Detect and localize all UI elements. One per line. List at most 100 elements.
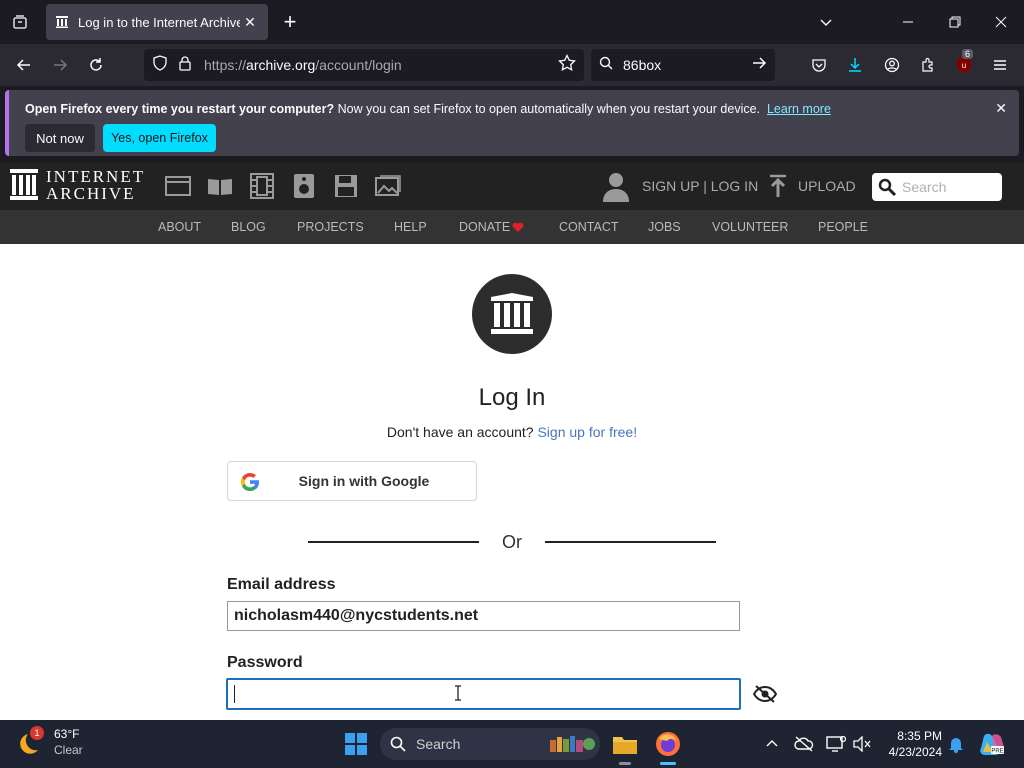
or-separator: Or	[502, 532, 522, 552]
weather-desc: Clear	[54, 743, 83, 757]
google-signin-label: Sign in with Google	[298, 473, 430, 489]
not-now-button[interactable]: Not now	[25, 124, 95, 152]
close-notification-icon[interactable]: ✕	[995, 100, 1007, 117]
bookmark-star-icon[interactable]	[558, 53, 576, 77]
volume-muted-icon[interactable]	[846, 728, 878, 760]
password-field[interactable]	[226, 678, 741, 710]
password-label: Password	[227, 654, 303, 671]
subnav-jobs[interactable]: JOBS	[648, 220, 681, 234]
notification-message: Open Firefox every time you restart your…	[25, 102, 831, 116]
archive-logo-text: INTERNET ARCHIVE	[46, 167, 146, 203]
forward-arrow-icon[interactable]	[46, 51, 74, 79]
open-firefox-button[interactable]: Yes, open Firefox	[103, 124, 216, 152]
archive-building-icon	[10, 169, 38, 200]
signup-link[interactable]: Sign up for free!	[537, 424, 637, 440]
google-g-icon	[240, 472, 260, 497]
user-avatar-icon	[603, 173, 629, 202]
google-signin-button[interactable]: Sign in with Google	[227, 461, 477, 501]
search-icon	[878, 178, 896, 196]
signup-login-link[interactable]: SIGN UP | LOG IN	[602, 170, 758, 202]
extension-badge: 6	[962, 49, 974, 59]
default-browser-notification: Open Firefox every time you restart your…	[5, 90, 1019, 156]
weather-badge: 1	[30, 726, 44, 740]
notification-bell-icon[interactable]	[940, 728, 972, 760]
subnav-people[interactable]: PEOPLE	[818, 220, 868, 234]
close-tab-icon[interactable]: ✕	[240, 12, 260, 32]
taskbar-search-input[interactable]: Search	[380, 728, 600, 760]
extensions-puzzle-icon[interactable]	[914, 51, 942, 79]
url-bar[interactable]: https://archive.org/account/login	[144, 49, 584, 81]
texts-book-icon[interactable]	[206, 172, 234, 200]
archive-favicon-icon	[54, 14, 70, 30]
clock-date: 4/23/2024	[888, 745, 942, 759]
screen: Log in to the Internet Archive ✕ + https…	[0, 0, 1024, 768]
page-title: Log In	[478, 384, 546, 411]
windows-start-icon[interactable]	[340, 728, 372, 760]
archive-sub-nav: ABOUT BLOG PROJECTS HELP DONATE CONTACT …	[0, 210, 1024, 244]
minimize-icon[interactable]	[894, 8, 922, 36]
learn-more-link[interactable]: Learn more	[767, 102, 831, 116]
explorer-running-indicator	[619, 762, 631, 765]
subnav-contact[interactable]: CONTACT	[559, 220, 619, 234]
copilot-icon[interactable]: PRE	[976, 728, 1008, 760]
reload-icon[interactable]	[82, 51, 110, 79]
list-all-tabs-icon[interactable]	[6, 8, 34, 36]
back-arrow-icon[interactable]	[10, 51, 38, 79]
archive-logo[interactable]: INTERNET ARCHIVE	[10, 168, 145, 202]
chevron-down-icon[interactable]	[812, 8, 840, 36]
audio-speaker-icon[interactable]	[290, 172, 318, 200]
restore-icon[interactable]	[941, 8, 969, 36]
upload-arrow-icon	[770, 174, 786, 197]
firefox-icon[interactable]	[652, 728, 684, 760]
subnav-projects[interactable]: PROJECTS	[297, 220, 364, 234]
menu-hamburger-icon[interactable]	[986, 51, 1014, 79]
download-icon[interactable]	[841, 51, 869, 79]
subnav-volunteer[interactable]: VOLUNTEER	[712, 220, 788, 234]
archive-top-nav: INTERNET ARCHIVE SIGN UP | LOG IN UPLOAD…	[0, 162, 1024, 210]
pocket-icon[interactable]	[805, 51, 833, 79]
account-icon[interactable]	[878, 51, 906, 79]
web-icon[interactable]	[164, 172, 192, 200]
subnav-blog[interactable]: BLOG	[231, 220, 266, 234]
subnav-help[interactable]: HELP	[394, 220, 427, 234]
software-floppy-icon[interactable]	[332, 172, 360, 200]
new-tab-button[interactable]: +	[278, 9, 302, 34]
ublock-icon[interactable]: u 6	[950, 49, 978, 79]
weather-widget[interactable]: 1 63°F Clear	[18, 726, 83, 758]
tab-active[interactable]: Log in to the Internet Archive ✕	[46, 4, 268, 40]
archive-search-input[interactable]: Search	[872, 173, 1002, 201]
show-password-eye-icon[interactable]	[752, 684, 778, 704]
no-account-text: Don't have an account? Sign up for free!	[386, 424, 638, 440]
lock-icon[interactable]	[178, 55, 192, 76]
file-explorer-folder-icon[interactable]	[609, 728, 641, 760]
mouse-ibeam-cursor	[454, 685, 462, 706]
images-photo-icon[interactable]	[374, 172, 402, 200]
upload-link[interactable]: UPLOAD	[768, 170, 856, 202]
search-icon	[390, 736, 406, 752]
subnav-donate[interactable]: DONATE	[459, 220, 510, 234]
firefox-running-indicator	[660, 762, 676, 765]
search-highlight-books-icon	[548, 734, 596, 759]
windows-taskbar: 1 63°F Clear Search 8:35 PM 4/23/2024 PR…	[0, 720, 1024, 768]
search-icon	[599, 56, 613, 75]
subnav-about[interactable]: ABOUT	[158, 220, 201, 234]
go-arrow-icon[interactable]	[751, 55, 767, 76]
search-query: 86box	[623, 57, 662, 73]
tracking-shield-icon[interactable]	[152, 54, 168, 76]
close-window-icon[interactable]	[987, 8, 1015, 36]
heart-icon	[512, 220, 524, 238]
svg-text:u: u	[962, 61, 966, 70]
video-film-icon[interactable]	[248, 172, 276, 200]
email-label: Email address	[227, 576, 336, 593]
archive-logo-icon	[472, 274, 552, 354]
search-bar[interactable]: 86box	[591, 49, 775, 81]
weather-temp: 63°F	[54, 727, 80, 741]
tab-title: Log in to the Internet Archive	[78, 14, 240, 30]
email-field[interactable]: nicholasm440@nycstudents.net	[227, 601, 740, 631]
nav-toolbar: https://archive.org/account/login 86box	[0, 44, 1024, 86]
url-text: https://archive.org/account/login	[204, 57, 402, 73]
chevron-up-icon[interactable]	[756, 728, 788, 760]
onedrive-offline-icon[interactable]	[788, 728, 820, 760]
text-caret	[234, 685, 235, 703]
system-clock[interactable]: 8:35 PM 4/23/2024	[880, 728, 942, 760]
